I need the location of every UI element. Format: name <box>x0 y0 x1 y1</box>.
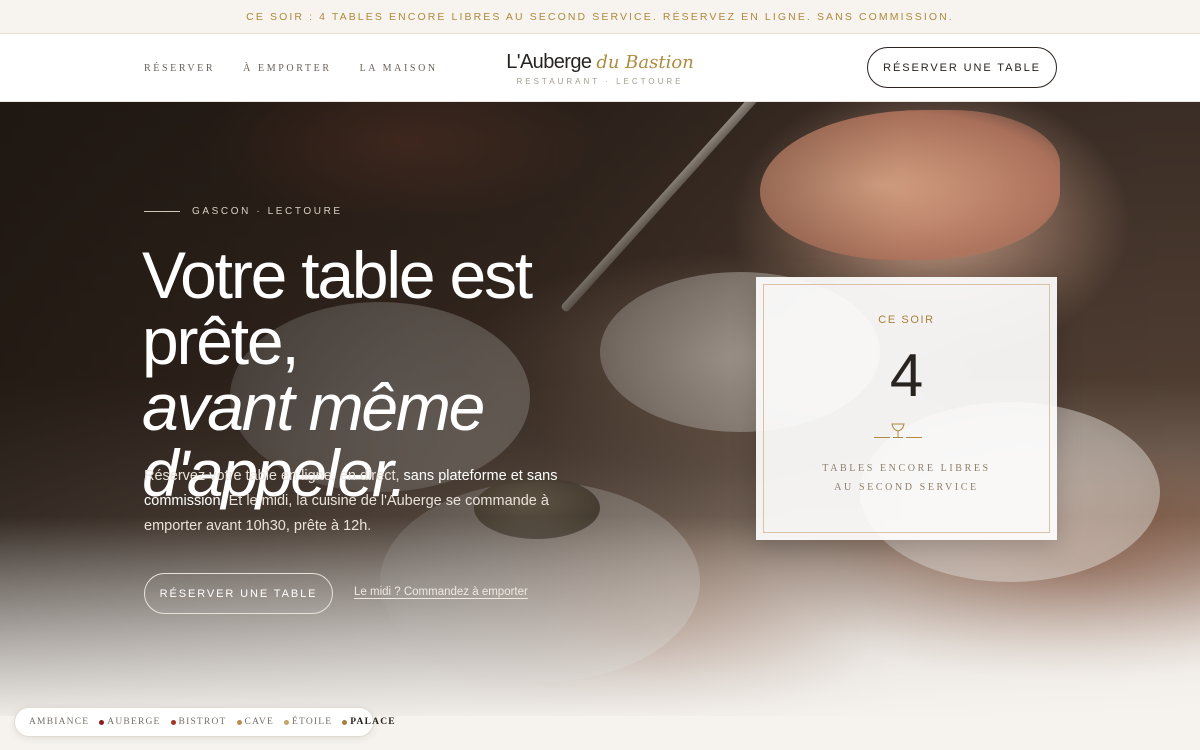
announcement-bar: CE SOIR : 4 TABLES ENCORE LIBRES AU SECO… <box>0 0 1200 34</box>
caption-line-1: TABLES ENCORE LIBRES <box>822 463 991 474</box>
theme-option-label: ÉTOILE <box>291 717 333 727</box>
theme-dot-icon <box>170 719 176 725</box>
theme-option-palace[interactable]: PALACE <box>342 717 396 727</box>
theme-dot-icon <box>283 719 289 725</box>
hero-section: GASCON · LECTOURE Votre table est prête,… <box>0 102 1200 716</box>
hero-reserve-button[interactable]: RÉSERVER UNE TABLE <box>144 573 333 614</box>
hero-eyebrow: GASCON · LECTOURE <box>144 206 343 217</box>
theme-option-etoile[interactable]: ÉTOILE <box>283 717 333 727</box>
theme-dot-icon <box>342 719 348 725</box>
theme-option-label: AUBERGE <box>107 717 161 727</box>
headline-line-2: avant même <box>142 370 485 444</box>
hero-fade <box>0 516 1200 716</box>
card-caption: TABLES ENCORE LIBRES AU SECOND SERVICE <box>756 459 1057 497</box>
theme-option-label: PALACE <box>350 717 396 727</box>
theme-dot-icon <box>236 719 242 725</box>
main-nav: RÉSERVER À EMPORTER LA MAISON L'Auberge … <box>0 34 1200 102</box>
nav-reserve-button[interactable]: RÉSERVER UNE TABLE <box>867 47 1057 88</box>
theme-option-bistrot[interactable]: BISTROT <box>170 717 227 727</box>
headline-line-1: Votre table est prête, <box>142 238 533 378</box>
announcement-text: CE SOIR : 4 TABLES ENCORE LIBRES AU SECO… <box>246 10 954 23</box>
hero-description: Réservez votre table en ligne, en direct… <box>144 464 564 539</box>
theme-switcher: AMBIANCE AUBERGE BISTROT CAVE ÉTOILE PAL… <box>14 707 395 737</box>
takeaway-link[interactable]: Le midi ? Commandez à emporter <box>354 586 528 598</box>
eyebrow-rule <box>144 211 180 212</box>
switcher-label: AMBIANCE <box>29 717 90 727</box>
theme-option-label: BISTROT <box>178 717 227 727</box>
tables-count: 4 <box>889 342 924 409</box>
lede-text-1: Réservez votre table en ligne, en direct… <box>144 468 404 484</box>
availability-card: CE SOIR 4 TABLES ENCORE LIBRES AU SECOND… <box>756 277 1057 540</box>
card-kicker: CE SOIR <box>878 314 935 326</box>
eyebrow-text: GASCON · LECTOURE <box>192 206 343 217</box>
theme-dot-icon <box>99 719 105 725</box>
theme-option-cave[interactable]: CAVE <box>236 717 274 727</box>
wine-glass-icon <box>874 423 922 438</box>
theme-option-auberge[interactable]: AUBERGE <box>99 717 160 727</box>
brand-name: L'Auberge <box>506 51 592 73</box>
theme-option-label: CAVE <box>244 717 274 727</box>
brand-script: du Bastion <box>596 52 694 73</box>
caption-line-2: AU SECOND SERVICE <box>834 482 979 493</box>
